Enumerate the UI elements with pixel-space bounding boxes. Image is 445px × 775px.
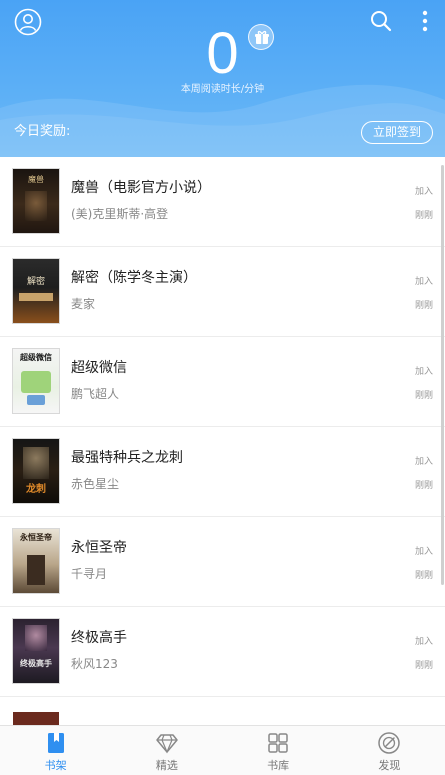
nav-tab-label: 发现 (378, 759, 401, 772)
nav-tab-bookshelf[interactable]: 书架 (0, 726, 111, 775)
book-title: 解密（陈学冬主演） (71, 270, 197, 286)
book-title: 永恒圣帝 (71, 540, 127, 556)
nav-tab-featured[interactable]: 精选 (111, 726, 222, 775)
nav-tab-label: 书库 (267, 759, 290, 772)
daily-reward-label: 今日奖励: (14, 124, 71, 139)
nav-tab-label: 书架 (44, 759, 67, 772)
book-row-partial[interactable] (0, 711, 445, 725)
book-updated-time: 刚刚 (414, 391, 433, 401)
book-cover: 龙刺 (13, 439, 59, 503)
book-author: 赤色星尘 (71, 477, 120, 491)
book-status: 加入 (414, 277, 433, 287)
book-status: 加入 (414, 367, 433, 377)
book-row[interactable]: 终极高手 终极高手 秋风123 加入 刚刚 (0, 607, 445, 697)
weekly-reading-minutes: 0 (206, 21, 239, 86)
book-status: 加入 (414, 547, 433, 557)
book-author: 秋风123 (71, 657, 118, 671)
book-cover: 永恒圣帝 (13, 529, 59, 593)
book-row[interactable]: 魔兽 魔兽（电影官方小说） (美)克里斯蒂·高登 加入 刚刚 (0, 157, 445, 247)
list-scrollbar[interactable] (441, 165, 444, 585)
book-cover (13, 712, 59, 725)
book-title: 魔兽（电影官方小说） (71, 180, 211, 196)
book-cover: 终极高手 (13, 619, 59, 683)
gift-icon (255, 30, 269, 44)
book-status: 加入 (414, 457, 433, 467)
book-row[interactable]: 龙刺 最强特种兵之龙刺 赤色星尘 加入 刚刚 (0, 427, 445, 517)
book-updated-time: 刚刚 (414, 211, 433, 221)
grid-icon (268, 733, 288, 753)
book-cover: 解密 (13, 259, 59, 323)
book-updated-time: 刚刚 (414, 571, 433, 581)
compass-icon (378, 732, 401, 754)
book-updated-time: 刚刚 (414, 301, 433, 311)
book-cover: 魔兽 (13, 169, 59, 233)
book-cover-text: 永恒圣帝 (20, 533, 52, 542)
book-cover-text: 龙刺 (26, 484, 46, 495)
book-cover-text: 解密 (26, 277, 45, 287)
bookshelf-icon (47, 733, 64, 753)
book-row[interactable]: 解密 解密（陈学冬主演） 麦家 加入 刚刚 (0, 247, 445, 337)
book-status: 加入 (414, 187, 433, 197)
book-author: 鹏飞超人 (71, 387, 120, 401)
book-updated-time: 刚刚 (414, 481, 433, 491)
book-cover-text: 超级微信 (20, 353, 52, 362)
nav-tab-library[interactable]: 书库 (223, 726, 334, 775)
book-cover-text: 终极高手 (20, 659, 52, 668)
book-author: (美)克里斯蒂·高登 (71, 207, 169, 221)
book-author: 千寻月 (71, 567, 108, 581)
gift-button[interactable] (248, 24, 274, 50)
diamond-icon (156, 734, 178, 754)
book-row[interactable]: 永恒圣帝 永恒圣帝 千寻月 加入 刚刚 (0, 517, 445, 607)
weekly-reading-label: 本周阅读时长/分钟 (180, 84, 265, 95)
book-title: 最强特种兵之龙刺 (71, 450, 183, 466)
nav-tab-label: 精选 (155, 759, 178, 772)
reading-stats-header: 0 本周阅读时长/分钟 今日奖励: 立即签到 (0, 0, 445, 157)
book-status: 加入 (414, 637, 433, 647)
bottom-navigation: 书架 精选 书库 发现 (0, 725, 445, 775)
book-row[interactable]: 超级微信 超级微信 鹏飞超人 加入 刚刚 (0, 337, 445, 427)
bookshelf-list: 魔兽 魔兽（电影官方小说） (美)克里斯蒂·高登 加入 刚刚 解密 解密（陈学冬… (0, 157, 445, 725)
book-author: 麦家 (71, 297, 96, 311)
nav-tab-discover[interactable]: 发现 (334, 726, 445, 775)
book-cover-text: 魔兽 (28, 175, 44, 184)
book-cover: 超级微信 (13, 349, 59, 413)
book-title: 超级微信 (71, 360, 127, 376)
book-updated-time: 刚刚 (414, 661, 433, 671)
sign-in-button[interactable]: 立即签到 (361, 121, 433, 144)
book-title: 终极高手 (71, 630, 127, 646)
